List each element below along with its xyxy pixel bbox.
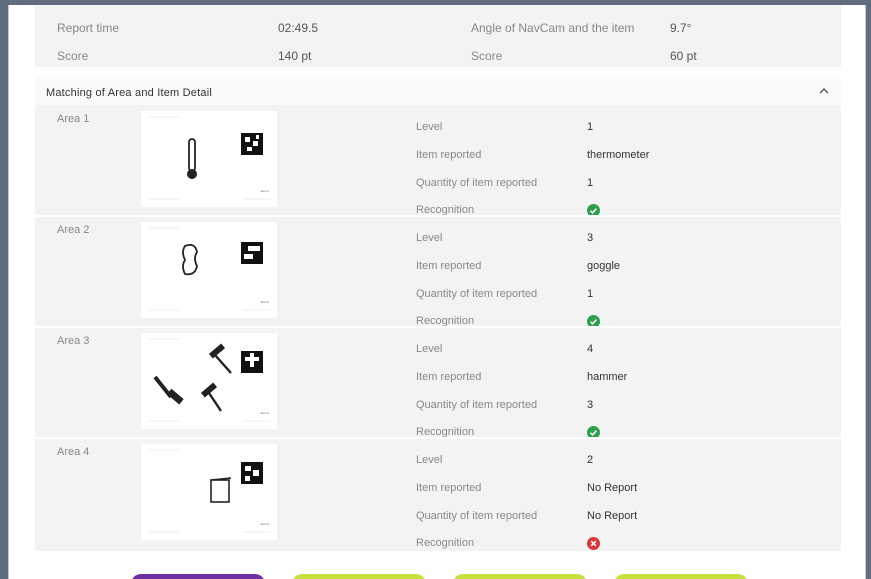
chevron-up-icon[interactable] <box>817 84 831 98</box>
area-row: Area 3 Item 3 Level 4 Item reported hamm… <box>35 329 841 439</box>
thumb-caption: Item 1 <box>260 189 269 193</box>
report-window: Report time 02:49.5 Score 140 pt Angle o… <box>8 5 866 579</box>
item-reported-label: Item reported <box>416 149 482 161</box>
area-label: Area 4 <box>57 446 90 458</box>
angle-label: Angle of NavCam and the item <box>471 21 635 35</box>
thumb-caption: Item 2 <box>260 300 269 304</box>
level-label: Level <box>416 121 443 133</box>
area-label: Area 3 <box>57 335 90 347</box>
bottom-action-button-4[interactable] <box>614 574 748 579</box>
area-item-detail-panel: Matching of Area and Item Detail Area 1 <box>35 77 841 551</box>
report-time-label: Report time <box>57 21 120 35</box>
area-image: Item 4 <box>141 444 277 540</box>
level-value: 3 <box>587 232 594 244</box>
thermometer-icon <box>149 116 271 200</box>
level-label: Level <box>416 454 443 466</box>
item-reported-label: Item reported <box>416 260 482 272</box>
item-reported-label: Item reported <box>416 371 482 383</box>
goggle-icon <box>149 227 271 311</box>
item-reported-value: thermometer <box>587 149 650 161</box>
row-divider <box>35 437 841 439</box>
quantity-value: No Report <box>587 510 638 522</box>
score-label: Score <box>57 49 89 63</box>
area-image: Item 3 <box>141 333 277 429</box>
level-value: 4 <box>587 343 594 355</box>
row-divider <box>35 215 841 217</box>
item-reported-label: Item reported <box>416 482 482 494</box>
level-value: 1 <box>587 121 594 133</box>
quantity-value: 3 <box>587 399 594 411</box>
hammer-icon <box>149 338 271 422</box>
summary-panel: Report time 02:49.5 Score 140 pt Angle o… <box>35 5 841 67</box>
area-label: Area 2 <box>57 224 90 236</box>
row-divider <box>35 326 841 328</box>
area-label: Area 1 <box>57 113 90 125</box>
recognition-label: Recognition <box>416 537 475 549</box>
quantity-label: Quantity of item reported <box>416 177 538 189</box>
area-image: Item 2 <box>141 222 277 318</box>
detail-panel-header[interactable]: Matching of Area and Item Detail <box>35 77 841 105</box>
thumb-caption: Item 3 <box>260 411 269 415</box>
level-label: Level <box>416 343 443 355</box>
level-label: Level <box>416 232 443 244</box>
quantity-label: Quantity of item reported <box>416 399 538 411</box>
x-circle-icon <box>587 537 600 550</box>
score-value: 140 pt <box>278 49 312 63</box>
beaker-icon <box>149 449 271 533</box>
bottom-action-button-3[interactable] <box>453 574 587 579</box>
thumb-caption: Item 4 <box>260 522 269 526</box>
detail-panel-title: Matching of Area and Item Detail <box>46 87 212 99</box>
quantity-label: Quantity of item reported <box>416 510 538 522</box>
area-image: Item 1 <box>141 111 277 207</box>
angle-value: 9.7° <box>670 21 692 35</box>
bottom-action-button-2[interactable] <box>292 574 426 579</box>
item-reported-value: goggle <box>587 260 621 272</box>
score-label-2: Score <box>471 49 503 63</box>
quantity-label: Quantity of item reported <box>416 288 538 300</box>
area-row: Area 1 Item 1 Level 1 Item reported ther… <box>35 107 841 217</box>
level-value: 2 <box>587 454 594 466</box>
quantity-value: 1 <box>587 177 594 189</box>
quantity-value: 1 <box>587 288 594 300</box>
item-reported-value: No Report <box>587 482 638 494</box>
bottom-action-button-1[interactable] <box>131 574 265 579</box>
report-time-value: 02:49.5 <box>278 21 319 35</box>
score-value-2: 60 pt <box>670 49 697 63</box>
area-row: Area 2 Item 2 Level 3 Item reported gogg… <box>35 218 841 328</box>
item-reported-value: hammer <box>587 371 628 383</box>
area-row: Area 4 Item 4 Level 2 Item reported No R… <box>35 440 841 550</box>
